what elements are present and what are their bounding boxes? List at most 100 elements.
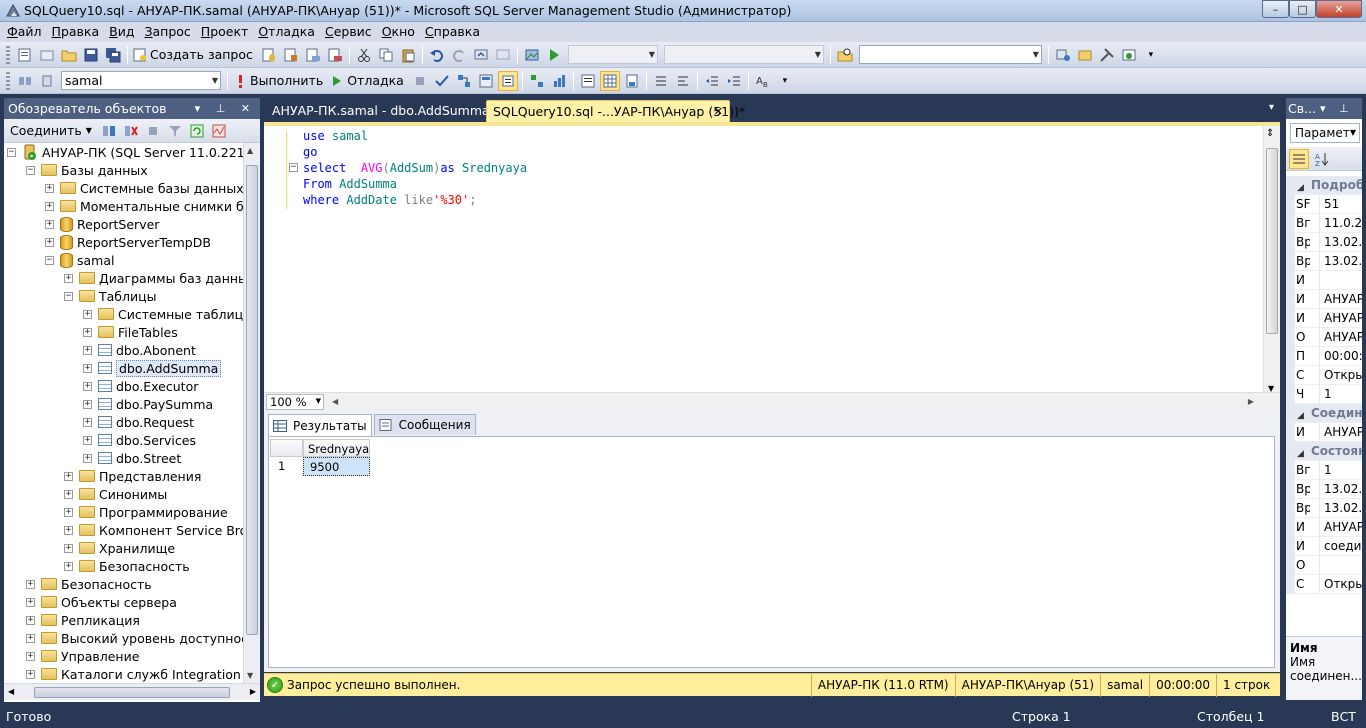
tree-node[interactable]: + Каталоги служб Integration Servic — [26, 665, 243, 683]
menu-edit[interactable]: Правка — [47, 22, 105, 42]
property-row[interactable]: Вр 13.02.2 — [1286, 252, 1362, 271]
minimize-button[interactable]: – — [1262, 0, 1289, 18]
expand-icon[interactable]: + — [45, 183, 54, 193]
tree-node[interactable]: + dbo.Abonent — [83, 341, 196, 359]
menu-query[interactable]: Запрос — [139, 22, 195, 42]
menu-tools[interactable]: Сервис — [320, 22, 377, 42]
tree-node[interactable]: + dbo.Street — [83, 449, 181, 467]
tree-node[interactable]: + ReportServer — [45, 215, 159, 233]
tree-node[interactable]: − samal — [45, 251, 114, 269]
db-engine-query-icon[interactable] — [259, 45, 279, 65]
expand-icon[interactable]: + — [26, 597, 35, 607]
tab-messages[interactable]: Сообщения — [373, 414, 476, 435]
tree-node[interactable]: − АНУАР-ПК (SQL Server 11.0.2218 - АН — [7, 143, 243, 161]
expand-icon[interactable]: + — [83, 417, 92, 427]
navigate-forward-icon[interactable] — [493, 45, 513, 65]
expand-icon[interactable]: + — [83, 309, 92, 319]
collapse-icon[interactable]: − — [64, 291, 73, 301]
decrease-indent-icon[interactable] — [702, 71, 722, 91]
categorized-icon[interactable] — [1289, 149, 1309, 169]
menu-view[interactable]: Вид — [104, 22, 139, 42]
menu-debug[interactable]: Отладка — [253, 22, 320, 42]
property-row[interactable]: О — [1286, 556, 1362, 575]
intellisense-icon[interactable] — [497, 70, 518, 91]
database-select[interactable]: samal ▼ — [61, 71, 221, 90]
grid-corner[interactable] — [270, 439, 303, 457]
scroll-left-icon[interactable]: ◀ — [332, 397, 338, 406]
property-row[interactable]: С Открыт — [1286, 575, 1362, 594]
comment-out-icon[interactable] — [651, 71, 671, 91]
close-tab-icon[interactable]: ✕ — [714, 101, 723, 123]
tree-node[interactable]: + Представления — [64, 467, 201, 485]
expand-icon[interactable]: + — [26, 651, 35, 661]
expand-icon[interactable]: + — [26, 669, 35, 679]
dmx-query-icon[interactable] — [303, 45, 323, 65]
refresh-icon[interactable] — [187, 121, 207, 141]
zoom-select[interactable]: 100 % ▼ — [266, 393, 324, 410]
tree-node[interactable]: + Системные таблицы — [83, 305, 243, 323]
tree-node[interactable]: + Объекты сервера — [26, 593, 177, 611]
paste-icon[interactable] — [398, 45, 418, 65]
toolbar-options-icon[interactable]: ▾ — [1141, 45, 1161, 65]
collapse-icon[interactable]: − — [7, 147, 16, 157]
solution-platform-combo[interactable]: ▼ — [663, 45, 824, 64]
redo-icon[interactable] — [449, 45, 469, 65]
execute-button[interactable]: Выполнить — [232, 71, 327, 91]
property-row[interactable]: О АНУАР — [1286, 328, 1362, 347]
find-combo[interactable]: ▼ — [858, 45, 1042, 64]
tree-node[interactable]: + Управление — [26, 647, 139, 665]
expand-icon[interactable]: + — [26, 633, 35, 643]
property-row[interactable]: С Открыт — [1286, 366, 1362, 385]
toolbar-grip[interactable] — [6, 45, 10, 64]
solution-config-combo[interactable]: ▼ — [567, 45, 658, 64]
new-query-button[interactable]: Создать запрос — [132, 45, 257, 65]
object-explorer-hscrollbar[interactable]: ◀ ▶ — [4, 683, 260, 700]
expand-icon[interactable]: + — [83, 399, 92, 409]
property-row[interactable]: Вг 11.0.22 — [1286, 214, 1362, 233]
copy-icon[interactable] — [376, 45, 396, 65]
expand-icon[interactable]: + — [83, 327, 92, 337]
screenshot-icon[interactable] — [522, 45, 542, 65]
tab-results[interactable]: Результаты — [268, 414, 372, 436]
toolbox-icon[interactable] — [1119, 45, 1139, 65]
tree-node[interactable]: + dbo.PaySumma — [83, 395, 213, 413]
results-to-grid-icon[interactable] — [599, 70, 620, 91]
tree-node[interactable]: + Репликация — [26, 611, 140, 629]
results-to-file-icon[interactable] — [622, 71, 642, 91]
properties-pane-buttons[interactable]: ▾ ⊥ ✕ — [1320, 98, 1362, 136]
increase-indent-icon[interactable] — [724, 71, 744, 91]
results-to-text-icon[interactable] — [578, 71, 598, 91]
expand-icon[interactable]: + — [26, 615, 35, 625]
menu-project[interactable]: Проект — [196, 22, 254, 42]
expand-icon[interactable]: + — [64, 471, 73, 481]
uncomment-icon[interactable] — [673, 71, 693, 91]
expand-icon[interactable]: + — [64, 489, 73, 499]
navigate-back-icon[interactable] — [471, 45, 491, 65]
properties-object-combo[interactable]: Парамет ▼ — [1290, 123, 1360, 143]
expand-icon[interactable]: + — [83, 453, 92, 463]
find-in-files-icon[interactable] — [835, 45, 855, 65]
filter-icon[interactable] — [165, 121, 185, 141]
toolbar-grip[interactable] — [6, 71, 10, 90]
tree-node[interactable]: + Синонимы — [64, 485, 167, 503]
maximize-button[interactable]: □ — [1289, 0, 1316, 18]
tab-addsumma-table[interactable]: АНУАР-ПК.samal - dbo.AddSumma — [266, 100, 496, 122]
property-row[interactable]: SF 51 — [1286, 195, 1362, 214]
tab-list-dropdown-icon[interactable]: ▾ — [1269, 102, 1274, 113]
expand-icon[interactable]: + — [83, 381, 92, 391]
property-row[interactable]: И АНУАР — [1286, 309, 1362, 328]
property-row[interactable]: И — [1286, 271, 1362, 290]
pane-buttons[interactable]: ▾ ⊥ ✕ — [195, 98, 256, 119]
disconnect-icon[interactable] — [121, 121, 141, 141]
property-row[interactable]: Исоедине — [1286, 537, 1362, 556]
property-row[interactable]: И АНУАР — [1286, 290, 1362, 309]
connect-server-icon[interactable] — [99, 121, 119, 141]
property-row[interactable]: Ч1 — [1286, 385, 1362, 404]
tree-node[interactable]: − Таблицы — [64, 287, 157, 305]
expand-icon[interactable]: + — [26, 579, 35, 589]
expand-icon[interactable]: + — [45, 201, 54, 211]
stop-icon[interactable] — [143, 121, 163, 141]
property-category[interactable]: ◢Соедине — [1286, 404, 1362, 423]
editor-vscrollbar[interactable]: ⇕ ▼ — [1263, 126, 1280, 396]
property-row[interactable]: Вр 13.02.2 — [1286, 499, 1362, 518]
